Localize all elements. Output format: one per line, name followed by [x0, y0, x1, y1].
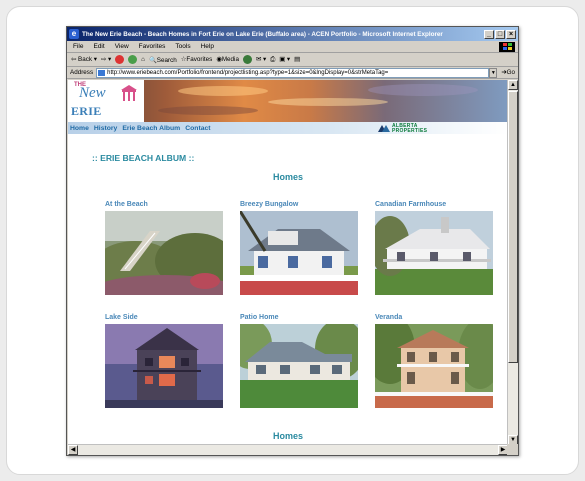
minimize-button[interactable]: _	[484, 29, 494, 39]
home-photo-lake-side[interactable]	[105, 324, 223, 408]
edit-icon[interactable]: ▣ ▾	[279, 56, 290, 63]
discuss-icon[interactable]: ▤	[294, 56, 300, 63]
alberta-properties-logo[interactable]: ALBERTA PROPERTIES	[378, 124, 427, 133]
print-icon[interactable]: ⎙	[270, 56, 275, 64]
address-label: Address	[70, 69, 94, 76]
go-button[interactable]: ➔Go	[501, 69, 515, 76]
home-photo-veranda[interactable]	[375, 324, 493, 408]
nav-home[interactable]: Home	[70, 125, 89, 132]
home-caption-veranda[interactable]: Veranda	[375, 314, 402, 321]
site-nav: Home History Erie Beach Album Contact AL…	[68, 122, 508, 134]
home-caption-lake-side[interactable]: Lake Side	[105, 314, 138, 321]
home-photo-at-the-beach[interactable]	[105, 211, 223, 295]
nav-album[interactable]: Erie Beach Album	[122, 125, 180, 132]
home-photo-breezy-bungalow[interactable]	[240, 211, 358, 295]
address-url: http://www.eriebeach.com/Portfolio/front…	[107, 69, 389, 76]
window-title: The New Erie Beach - Beach Homes in Fort…	[82, 30, 443, 38]
menu-favorites[interactable]: Favorites	[139, 43, 166, 50]
standard-toolbar: ⇦ Back ▾ ⇨ ▾ ⌂ 🔍Search ☆Favorites ◉Media…	[67, 53, 518, 67]
menu-view[interactable]: View	[115, 43, 129, 50]
menu-bar: File Edit View Favorites Tools Help	[67, 41, 518, 53]
gazebo-icon	[121, 85, 137, 101]
section-heading-bottom: Homes	[272, 431, 303, 441]
windows-logo-icon	[499, 42, 515, 52]
address-dropdown-button[interactable]: ▼	[489, 67, 498, 78]
search-icon: 🔍	[148, 56, 157, 64]
back-arrow-icon: ⇦	[71, 56, 77, 63]
menu-file[interactable]: File	[73, 43, 83, 50]
menu-edit[interactable]: Edit	[93, 43, 104, 50]
forward-button[interactable]: ⇨ ▾	[101, 56, 111, 63]
page-viewport: THE New ERIE BEACH Home History Erie Bea…	[68, 80, 508, 445]
menu-tools[interactable]: Tools	[175, 43, 190, 50]
scroll-left-icon[interactable]: ◀	[68, 445, 78, 455]
home-caption-patio-home[interactable]: Patio Home	[240, 314, 279, 321]
scroll-up-icon[interactable]: ▲	[508, 80, 518, 90]
album-title: :: ERIE BEACH ALBUM ::	[92, 153, 195, 163]
site-logo[interactable]: THE New ERIE BEACH	[68, 80, 144, 133]
mail-icon[interactable]: ✉ ▾	[256, 56, 266, 63]
home-caption-canadian-farmhouse[interactable]: Canadian Farmhouse	[375, 201, 446, 208]
browser-window: e The New Erie Beach - Beach Homes in Fo…	[66, 26, 519, 456]
ie-icon: e	[69, 29, 79, 39]
favorites-button[interactable]: ☆Favorites	[181, 56, 213, 63]
back-button[interactable]: ⇦ Back ▾	[71, 56, 97, 63]
address-input[interactable]: http://www.eriebeach.com/Portfolio/front…	[96, 67, 490, 78]
refresh-icon[interactable]	[128, 55, 138, 64]
size-grip	[507, 444, 518, 455]
page-icon	[98, 69, 106, 76]
home-icon[interactable]: ⌂	[141, 56, 145, 63]
home-caption-at-the-beach[interactable]: At the Beach	[105, 201, 148, 208]
section-heading: Homes	[272, 172, 303, 182]
media-button[interactable]: ◉Media	[216, 56, 239, 63]
home-photo-patio-home[interactable]	[240, 324, 358, 408]
logo-new: New	[79, 85, 106, 101]
title-bar[interactable]: e The New Erie Beach - Beach Homes in Fo…	[67, 27, 518, 41]
menu-help[interactable]: Help	[201, 43, 214, 50]
home-photo-canadian-farmhouse[interactable]	[375, 211, 493, 295]
mountain-icon	[378, 125, 390, 132]
close-button[interactable]: ×	[506, 29, 516, 39]
search-button[interactable]: 🔍Search	[149, 56, 177, 64]
nav-contact[interactable]: Contact	[185, 125, 210, 132]
home-caption-breezy-bungalow[interactable]: Breezy Bungalow	[240, 201, 298, 208]
history-icon[interactable]	[242, 55, 252, 64]
horizontal-scrollbar[interactable]: ◀ ▶	[68, 444, 508, 455]
stop-icon[interactable]	[115, 55, 125, 64]
vertical-scrollbar[interactable]: ▲ ▼	[507, 80, 518, 445]
address-bar: Address http://www.eriebeach.com/Portfol…	[67, 67, 518, 79]
maximize-button[interactable]: □	[495, 29, 505, 39]
scrollbar-thumb[interactable]	[508, 91, 518, 363]
nav-history[interactable]: History	[94, 125, 117, 132]
